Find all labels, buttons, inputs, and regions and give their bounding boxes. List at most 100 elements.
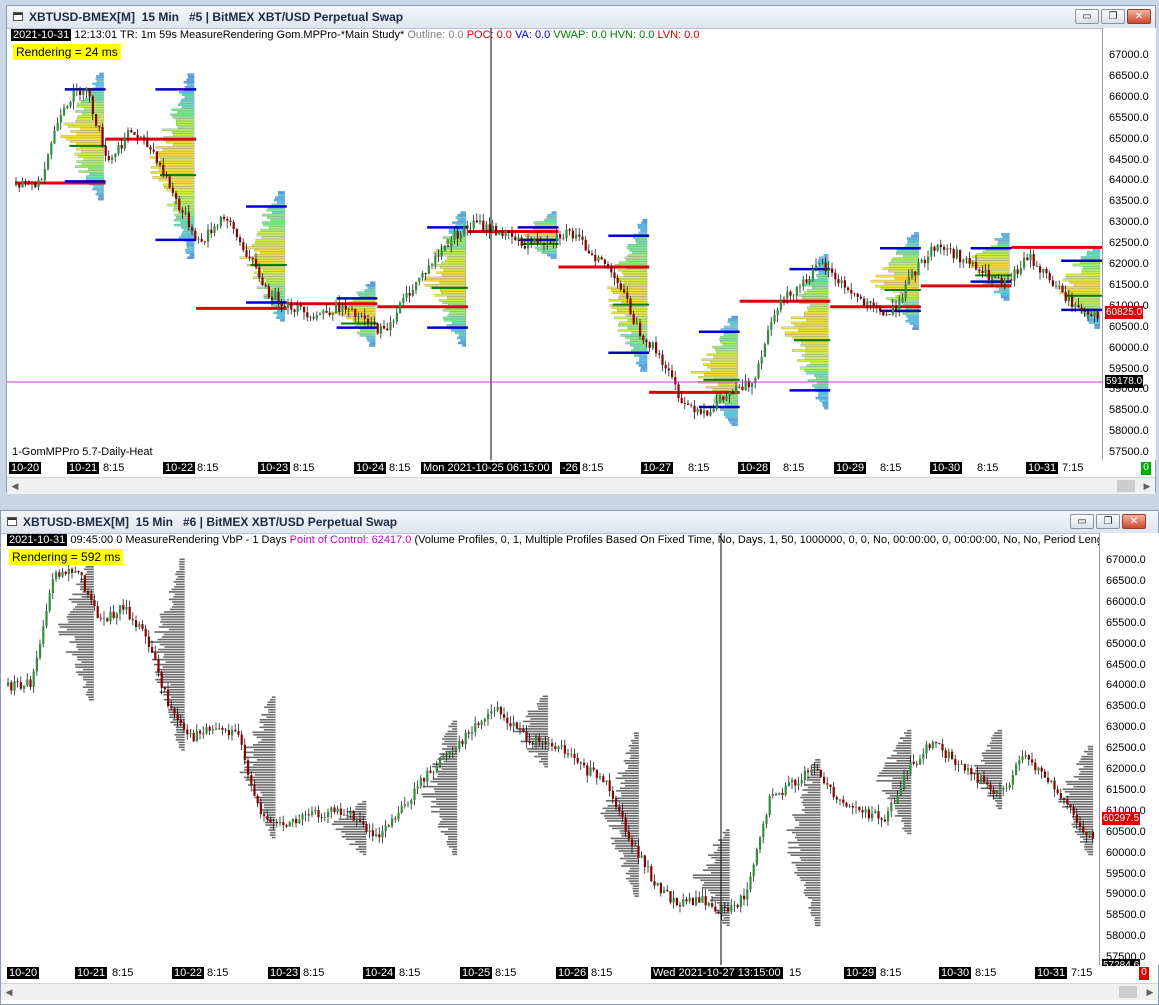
window-2-title: XBTUSD-BMEX[M] 15 Min #6 | BitMEX XBT/US… [23, 515, 398, 529]
scroll-right-icon[interactable]: ▶ [1139, 478, 1155, 494]
profile-bar [268, 708, 276, 711]
profile-bar [798, 844, 821, 846]
profile-bar [806, 364, 829, 367]
candle-body [795, 286, 798, 296]
profile-bar [263, 723, 276, 726]
profile-bar [607, 805, 639, 807]
profile-bar [805, 886, 821, 889]
profile-bar [277, 314, 285, 317]
candle-body [223, 216, 226, 219]
close-button[interactable]: ✕ [1127, 9, 1151, 24]
window-2-titlebar[interactable]: XBTUSD-BMEX[M] 15 Min #6 | BitMEX XBT/US… [1, 511, 1158, 534]
profile-bar [186, 241, 195, 244]
profile-bar [356, 291, 376, 294]
profile-bar [151, 658, 185, 661]
candle-body [131, 619, 134, 621]
profile-bar [893, 749, 912, 752]
profile-bar [256, 286, 285, 289]
price-chart-2[interactable]: 2021-10-31 09:45:00 0 MeasureRendering V… [1, 533, 1099, 965]
profile-bar [625, 872, 639, 875]
profile-bar [167, 203, 195, 207]
candle-body [379, 325, 382, 334]
time-axis-1[interactable]: 10-20 10-21 8:15 10-22 8:15 10-23 8:15 10-24 8:1… [7, 461, 1155, 477]
profile-bar [156, 668, 185, 671]
profile-bar [615, 777, 639, 780]
time-axis-2[interactable]: 10-20 10-21 8:15 10-22 8:15 10-23 8:15 10-24 8:1… [1, 966, 1158, 982]
candle-body [687, 403, 690, 405]
candle-body [122, 605, 125, 610]
profile-bar [175, 191, 195, 194]
scrollbar-thumb[interactable] [1119, 986, 1137, 998]
scroll-left-icon[interactable]: ◀ [1, 984, 17, 1000]
candle-body [327, 811, 330, 818]
volume-profile-day-10-26 [558, 218, 650, 372]
profile-bar [637, 226, 648, 229]
scroll-left-icon[interactable]: ◀ [7, 478, 23, 494]
profile-bar [627, 326, 648, 330]
scroll-right-icon[interactable]: ▶ [1142, 984, 1158, 1000]
profile-bar [355, 848, 367, 851]
profile-bar [173, 143, 195, 147]
minimize-button[interactable]: ▭ [1075, 9, 1099, 24]
candle-body [338, 302, 341, 313]
profile-bar [792, 831, 821, 834]
profile-bar [700, 879, 730, 882]
candle-body [746, 889, 749, 900]
candle-body [655, 342, 658, 354]
profile-bar [451, 321, 467, 325]
horizontal-scrollbar-1[interactable]: ◀ ▶ [7, 477, 1155, 494]
candle-body [43, 169, 46, 181]
candle-body [570, 753, 573, 755]
candle-body [136, 134, 139, 138]
profile-bar [161, 618, 185, 621]
profile-bar [442, 309, 467, 312]
profile-bar [725, 829, 730, 831]
profile-bar [887, 797, 912, 800]
profile-bar [185, 248, 195, 252]
time-tick-label: 10-20 [9, 462, 42, 474]
restore-button[interactable]: ❐ [1101, 9, 1125, 24]
candle-body [895, 306, 898, 311]
profile-bar [628, 870, 639, 872]
profile-bar [440, 291, 467, 294]
profile-bar [254, 781, 276, 784]
candle-body [647, 866, 650, 868]
profile-bar [151, 166, 195, 169]
chart-2-canvas[interactable] [1, 533, 1099, 965]
scrollbar-thumb[interactable] [1117, 480, 1135, 492]
profile-bar [187, 256, 195, 259]
price-chart-1[interactable]: 2021-10-31 12:13:01 TR: 1m 59s MeasureRe… [7, 28, 1102, 460]
candle-body [485, 224, 488, 230]
horizontal-scrollbar-2[interactable]: ◀ ▶ [1, 983, 1158, 1000]
profile-bar [157, 153, 195, 157]
profile-bar [252, 243, 285, 247]
profile-bar [895, 252, 919, 255]
profile-bar [701, 886, 730, 889]
profile-bar [722, 343, 738, 346]
volume-profile-day-10-25 [467, 211, 559, 259]
window-1-titlebar[interactable]: XBTUSD-BMEX[M] 15 Min #5 | BitMEX XBT/US… [7, 6, 1155, 29]
profile-bar [75, 120, 104, 123]
profile-bar [175, 578, 185, 581]
price-tick-label: 62500.0 [1106, 742, 1146, 755]
restore-button[interactable]: ❐ [1096, 514, 1120, 529]
profile-bar [175, 196, 195, 199]
price-axis-2[interactable]: 67000.0 66500.0 66000.0 65500.0 65000.0 64500… [1099, 533, 1159, 972]
profile-bar [369, 344, 376, 347]
chart-1-canvas[interactable] [7, 28, 1102, 460]
close-button[interactable]: ✕ [1122, 514, 1146, 529]
profile-bar [271, 836, 276, 839]
profile-bar [162, 623, 185, 626]
time-tick-label: 10-21 [75, 967, 108, 979]
profile-bar [975, 769, 1003, 772]
price-axis-1[interactable]: 67000.0 66500.0 66000.0 65500.0 65000.0 64500… [1102, 28, 1156, 460]
profile-bar [181, 98, 195, 101]
candle-body [141, 624, 144, 629]
minimize-button[interactable]: ▭ [1070, 514, 1094, 529]
time-tick-label: 10-31 [1026, 462, 1059, 474]
candle-body [189, 732, 192, 735]
profile-bar [791, 321, 829, 325]
candle-body [551, 743, 554, 747]
profile-bar [805, 351, 829, 355]
profile-bar [628, 764, 639, 767]
